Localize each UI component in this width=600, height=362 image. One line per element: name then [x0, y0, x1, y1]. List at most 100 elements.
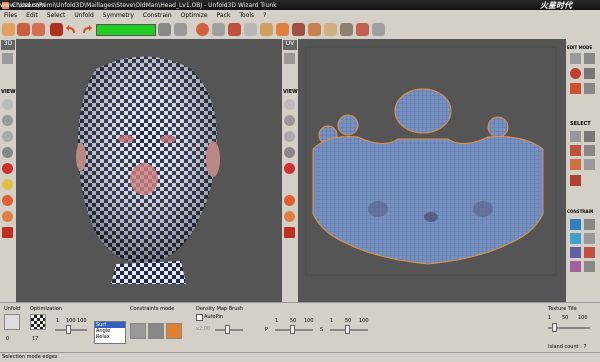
uv-grid-icon[interactable] — [284, 131, 295, 142]
opt-mode-relax[interactable]: Relax — [95, 334, 125, 340]
checker-sphere-icon[interactable] — [2, 163, 13, 174]
uv-sphere-icon[interactable] — [284, 99, 295, 110]
density-icon[interactable] — [372, 23, 385, 36]
redo-icon[interactable] — [80, 23, 93, 36]
texture-tile-slider-thumb[interactable] — [552, 323, 557, 332]
undo-icon[interactable] — [65, 23, 78, 36]
constraint-mode-1-icon[interactable] — [130, 323, 146, 339]
viewport-uv[interactable] — [298, 39, 566, 302]
weld-icon[interactable] — [212, 23, 225, 36]
pack-icon[interactable] — [244, 23, 257, 36]
lock-v-icon[interactable] — [584, 233, 595, 244]
checker-icon[interactable] — [2, 227, 13, 238]
p-label: P — [265, 327, 269, 333]
pin-icon[interactable] — [570, 219, 581, 230]
straighten-icon[interactable] — [570, 247, 581, 258]
arrow-left-icon[interactable] — [284, 53, 295, 64]
shaded-sphere-icon[interactable] — [2, 147, 13, 158]
menu-files[interactable]: Files — [4, 12, 17, 19]
select-island-icon[interactable] — [584, 145, 595, 156]
tear-icon[interactable] — [570, 83, 581, 94]
tab-uv[interactable]: UV — [283, 40, 297, 50]
grid-icon[interactable] — [276, 23, 289, 36]
optimize-icon[interactable] — [174, 23, 187, 36]
select-vertex-icon[interactable] — [570, 131, 581, 142]
grid-sphere-icon[interactable] — [2, 131, 13, 142]
flip-icon[interactable] — [308, 23, 321, 36]
s-slider-thumb[interactable] — [345, 325, 350, 334]
sphere-icon[interactable] — [2, 99, 13, 110]
menu-unfold[interactable]: Unfold — [74, 12, 93, 19]
uv-checker-icon[interactable] — [284, 163, 295, 174]
arrow-right-icon[interactable] — [2, 53, 13, 64]
main-toolbar — [0, 20, 600, 40]
optimization-mode-list[interactable]: Surf Angle Relax — [94, 321, 126, 344]
open-file-icon[interactable] — [2, 23, 15, 36]
menu-tools[interactable]: Tools — [239, 12, 254, 19]
tt-max: 100 — [578, 315, 588, 321]
texture-tile-label: Texture Tile — [548, 306, 577, 312]
uv-wire-icon[interactable] — [284, 115, 295, 126]
light-bulb-icon[interactable] — [2, 179, 13, 190]
scale-icon[interactable] — [584, 68, 595, 79]
menu-constrain[interactable]: Constrain — [143, 12, 172, 19]
select-arrow-icon[interactable] — [570, 53, 581, 64]
save-as-icon[interactable] — [32, 23, 45, 36]
move-icon[interactable] — [2, 211, 13, 222]
select-edge-icon[interactable] — [584, 131, 595, 142]
optimize-button[interactable] — [30, 314, 46, 330]
select-ring-icon[interactable] — [584, 159, 595, 170]
flatten-icon[interactable] — [584, 83, 595, 94]
autopin-label: AutoPin — [204, 314, 224, 320]
uv-pan-icon[interactable] — [284, 195, 295, 206]
tile-icon[interactable] — [260, 23, 273, 36]
head-mesh — [76, 56, 220, 284]
menu-edit[interactable]: Edit — [26, 12, 38, 19]
constraint-mode-3-icon[interactable] — [166, 323, 182, 339]
opt-mid-label: 100 — [66, 318, 76, 324]
island-count: Island count : 7 — [548, 344, 587, 350]
unpin-icon[interactable] — [584, 219, 595, 230]
align-v-icon[interactable] — [570, 261, 581, 272]
select-path-icon[interactable] — [570, 175, 581, 186]
align-icon[interactable] — [340, 23, 353, 36]
save-file-icon[interactable] — [17, 23, 30, 36]
uv-islands — [305, 46, 557, 276]
select-loop-icon[interactable] — [570, 159, 581, 170]
autopin-checkbox[interactable] — [196, 314, 203, 321]
stack-icon[interactable] — [356, 23, 369, 36]
menu-help[interactable]: ? — [263, 12, 266, 19]
p-slider-thumb[interactable] — [290, 325, 295, 334]
constraint-clear-icon[interactable] — [584, 261, 595, 272]
rotate-island-icon[interactable] — [324, 23, 337, 36]
rotate-icon[interactable] — [570, 68, 581, 79]
align-u-icon[interactable] — [584, 247, 595, 258]
move-cross-icon[interactable] — [584, 53, 595, 64]
island-icon[interactable] — [292, 23, 305, 36]
split-icon[interactable] — [228, 23, 241, 36]
constrain-label: CONSTRAIN — [567, 209, 594, 214]
menu-pack[interactable]: Pack — [217, 12, 231, 19]
density-slider-thumb[interactable] — [225, 325, 230, 334]
select-face-icon[interactable] — [570, 145, 581, 156]
pan-icon[interactable] — [2, 195, 13, 206]
viewport-3d[interactable] — [16, 39, 282, 302]
wire-sphere-icon[interactable] — [2, 115, 13, 126]
lock-u-icon[interactable] — [570, 233, 581, 244]
tab-3d[interactable]: 3D — [1, 40, 15, 50]
uv-shaded-icon[interactable] — [284, 147, 295, 158]
cut-icon[interactable] — [196, 23, 209, 36]
import-icon[interactable] — [50, 23, 63, 36]
menu-optimize[interactable]: Optimize — [181, 12, 208, 19]
optimization-slider-thumb[interactable] — [66, 325, 71, 334]
optimization-slider[interactable] — [55, 329, 87, 331]
unfold-value: 0 — [6, 336, 10, 342]
menu-symmetry[interactable]: Symmetry — [103, 12, 134, 19]
uv-move-icon[interactable] — [284, 211, 295, 222]
unfold-button[interactable] — [4, 314, 20, 330]
p-max: 100 — [304, 318, 314, 324]
constraint-mode-2-icon[interactable] — [148, 323, 164, 339]
uv-tile-icon[interactable] — [284, 227, 295, 238]
menu-select[interactable]: Select — [47, 12, 66, 19]
unfold-icon[interactable] — [158, 23, 171, 36]
